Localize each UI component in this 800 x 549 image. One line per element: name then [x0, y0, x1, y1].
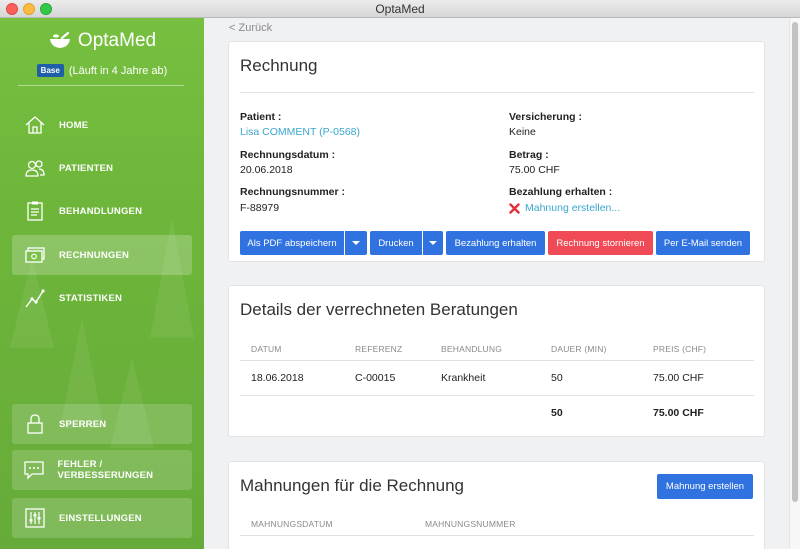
row-reference-link[interactable]: C-00015	[355, 372, 395, 384]
sidebar-item-statistics[interactable]: STATISTIKEN	[12, 278, 192, 318]
feedback-button[interactable]: FEHLER / VERBESSERUNGEN	[12, 450, 192, 490]
app-logo: OptaMed	[0, 28, 204, 54]
lock-icon	[23, 413, 47, 435]
send-email-button[interactable]: Per E-Mail senden	[656, 231, 750, 255]
reminders-title: Mahnungen für die Rechnung	[240, 476, 464, 495]
sidebar-item-label: HOME	[59, 119, 89, 131]
sidebar-divider	[18, 85, 184, 86]
invoice-icon	[23, 244, 47, 266]
insurance-label: Versicherung :	[509, 111, 582, 123]
plan-expiry-text: (Läuft in 4 Jahre ab)	[68, 65, 168, 77]
column-header-price: PREIS (CHF)	[653, 344, 707, 354]
column-header-reference: REFERENZ	[355, 344, 403, 354]
amount-value: 75.00 CHF	[509, 164, 560, 176]
row-date: 18.06.2018	[251, 372, 304, 384]
save-pdf-button[interactable]: Als PDF abspeichern	[240, 231, 344, 255]
row-treatment: Krankheit	[441, 372, 486, 384]
invoice-date-label: Rechnungsdatum :	[240, 149, 336, 161]
column-header-date: DATUM	[251, 344, 282, 354]
patients-icon	[23, 157, 47, 179]
row-divider	[240, 395, 754, 396]
save-pdf-dropdown-button[interactable]	[345, 231, 367, 255]
column-header-treatment: BEHANDLUNG	[441, 344, 503, 354]
sidebar-item-label: PATIENTEN	[59, 162, 114, 174]
minimize-window-button[interactable]	[23, 3, 35, 15]
amount-label: Betrag :	[509, 149, 549, 161]
print-dropdown-button[interactable]	[423, 231, 443, 255]
window-titlebar: OptaMed	[0, 0, 800, 18]
sidebar-item-treatments[interactable]: BEHANDLUNGEN	[12, 191, 192, 231]
sidebar-item-label: BEHANDLUNGEN	[59, 205, 143, 217]
print-button[interactable]: Drucken	[370, 231, 422, 255]
column-header-duration: DAUER (MIN)	[551, 344, 607, 354]
patient-label: Patient :	[240, 111, 282, 123]
back-link[interactable]: < Zurück	[229, 22, 272, 34]
sidebar-item-label: EINSTELLUNGEN	[59, 512, 142, 524]
row-duration: 50	[551, 372, 563, 384]
header-divider	[240, 360, 754, 361]
sidebar-item-invoices[interactable]: RECHNUNGEN	[12, 235, 192, 275]
column-header-reminder-number: MAHNUNGSNUMMER	[425, 519, 516, 529]
total-duration: 50	[551, 407, 563, 419]
zoom-window-button[interactable]	[40, 3, 52, 15]
sidebar-item-home[interactable]: HOME	[12, 105, 192, 145]
window-title: OptaMed	[375, 2, 425, 16]
total-price: 75.00 CHF	[653, 407, 704, 419]
invoice-date-value: 20.06.2018	[240, 164, 293, 176]
sidebar-item-label: SPERREN	[59, 418, 107, 430]
vertical-scrollbar[interactable]	[789, 18, 800, 549]
row-price: 75.00 CHF	[653, 372, 704, 384]
lock-button[interactable]: SPERREN	[12, 404, 192, 444]
consultation-details-card: Details der verrechneten Beratungen DATU…	[228, 285, 765, 437]
plan-badge: Base	[36, 64, 64, 77]
chevron-down-icon	[429, 241, 437, 245]
feedback-icon	[23, 459, 46, 481]
payment-status: Mahnung erstellen...	[509, 202, 620, 214]
sidebar-item-label: FEHLER / VERBESSERUNGEN	[57, 459, 154, 481]
invoice-number-value: F-88979	[240, 202, 280, 214]
sidebar-item-patients[interactable]: PATIENTEN	[12, 148, 192, 188]
create-reminder-button[interactable]: Mahnung erstellen	[657, 474, 753, 499]
cancel-invoice-button[interactable]: Rechnung stornieren	[548, 231, 653, 255]
details-title: Details der verrechneten Beratungen	[240, 300, 518, 319]
invoice-title: Rechnung	[240, 56, 318, 75]
title-divider	[240, 92, 754, 93]
invoice-number-label: Rechnungsnummer :	[240, 186, 346, 198]
sidebar-item-label: STATISTIKEN	[59, 292, 123, 304]
payment-received-button[interactable]: Bezahlung erhalten	[446, 231, 545, 255]
scrollbar-thumb[interactable]	[792, 22, 798, 502]
plan-info: Base (Läuft in 4 Jahre ab)	[0, 64, 204, 77]
home-icon	[23, 114, 47, 136]
mortar-pestle-icon	[49, 32, 70, 48]
payment-received-label: Bezahlung erhalten :	[509, 186, 613, 198]
chevron-down-icon	[352, 241, 360, 245]
red-cross-icon	[509, 202, 520, 214]
reminders-card: Mahnungen für die Rechnung Mahnung erste…	[228, 461, 765, 549]
header-divider	[240, 535, 754, 536]
patient-link[interactable]: Lisa COMMENT (P-0568)	[240, 126, 360, 138]
sidebar-item-label: RECHNUNGEN	[59, 249, 130, 261]
insurance-value: Keine	[509, 126, 536, 138]
sidebar: OptaMed Base (Läuft in 4 Jahre ab) HOME …	[0, 18, 204, 549]
column-header-reminder-date: MAHNUNGSDATUM	[251, 519, 333, 529]
close-window-button[interactable]	[6, 3, 18, 15]
settings-button[interactable]: EINSTELLUNGEN	[12, 498, 192, 538]
create-reminder-link[interactable]: Mahnung erstellen...	[525, 202, 620, 214]
app-name: OptaMed	[77, 30, 157, 51]
settings-sliders-icon	[23, 507, 47, 529]
chart-line-icon	[23, 287, 47, 309]
invoice-card: Rechnung Patient : Lisa COMMENT (P-0568)…	[228, 41, 765, 262]
clipboard-icon	[23, 200, 47, 222]
